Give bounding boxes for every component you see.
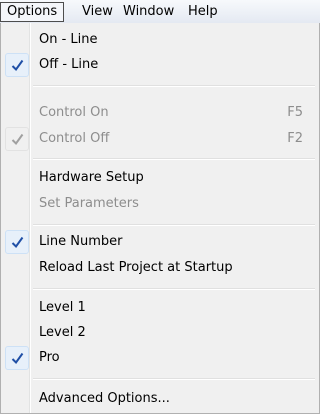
menu-item-label: On - Line <box>39 32 98 47</box>
menu-item-label: Advanced Options... <box>39 391 170 406</box>
menu-view[interactable]: View <box>76 2 119 22</box>
menu-item-level-2[interactable]: Level 2 <box>3 321 317 345</box>
menu-item-set-parameters[interactable]: Set Parameters <box>3 192 317 216</box>
check-icon <box>5 230 29 254</box>
menu-help[interactable]: Help <box>182 2 224 22</box>
menu-item-label: Control Off <box>39 131 110 146</box>
menu-item-hardware-setup[interactable]: Hardware Setup <box>3 166 317 190</box>
menu-window[interactable]: Window <box>117 2 180 22</box>
menu-item-pro[interactable]: Pro <box>3 346 317 370</box>
menu-item-label: Level 1 <box>39 300 86 315</box>
menu-options[interactable]: Options <box>0 2 65 22</box>
menu-item-level-1[interactable]: Level 1 <box>3 296 317 320</box>
menu-item-reload-last-project[interactable]: Reload Last Project at Startup <box>3 256 317 280</box>
menu-item-shortcut: F2 <box>287 131 303 146</box>
menu-separator <box>33 85 315 87</box>
menu-item-control-on[interactable]: Control On F5 <box>3 101 317 125</box>
menu-item-label: Line Number <box>39 234 123 249</box>
check-icon <box>5 346 29 370</box>
menu-separator <box>33 158 315 160</box>
menu-item-off-line[interactable]: Off - Line <box>3 53 317 77</box>
menu-item-label: Control On <box>39 105 109 120</box>
options-dropdown: On - Line Off - Line Control On F5 Contr… <box>0 23 320 414</box>
menu-item-label: Level 2 <box>39 325 86 340</box>
menu-item-label: Set Parameters <box>39 196 139 211</box>
menu-item-label: Reload Last Project at Startup <box>39 260 233 275</box>
menu-item-shortcut: F5 <box>287 105 303 120</box>
menu-separator <box>33 378 315 380</box>
menu-item-on-line[interactable]: On - Line <box>3 28 317 52</box>
check-icon <box>5 127 29 151</box>
menu-item-control-off[interactable]: Control Off F2 <box>3 127 317 151</box>
app-root: Options View Window Help On - Line Off -… <box>0 0 320 414</box>
menu-separator <box>33 288 315 290</box>
menu-item-line-number[interactable]: Line Number <box>3 230 317 254</box>
menu-separator <box>33 224 315 226</box>
menu-item-label: Off - Line <box>39 57 99 72</box>
menu-item-label: Hardware Setup <box>39 170 144 185</box>
check-icon <box>5 53 29 77</box>
menu-item-advanced-options[interactable]: Advanced Options... <box>3 387 317 411</box>
menu-item-label: Pro <box>39 350 60 365</box>
menu-bar: Options View Window Help <box>0 0 320 24</box>
